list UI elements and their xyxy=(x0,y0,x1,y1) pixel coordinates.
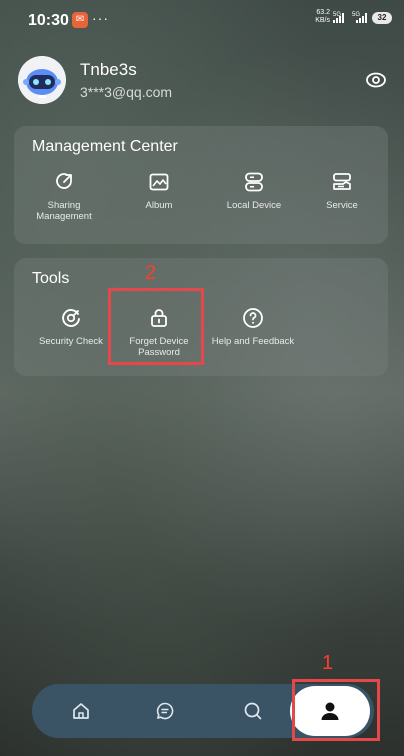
home-icon xyxy=(73,703,89,719)
step-1-label: 1 xyxy=(322,652,334,674)
service-tile[interactable]: Service xyxy=(297,170,387,211)
signal-strength-icon: 5G xyxy=(333,10,351,24)
forget-password-highlight-box xyxy=(108,288,204,365)
service-icon xyxy=(330,170,354,194)
chat-icon xyxy=(156,702,174,720)
share-icon xyxy=(52,170,76,194)
status-time: 10:30 xyxy=(28,12,69,29)
network-speed-value: 63.2 xyxy=(316,9,330,16)
sharing-management-tile[interactable]: Sharing Management xyxy=(19,170,109,222)
network-speed: 63.2 KB/s xyxy=(300,9,330,25)
nav-search-button[interactable] xyxy=(226,684,280,738)
management-center-title: Management Center xyxy=(32,138,178,155)
more-notifications-indicator: ··· xyxy=(92,10,109,26)
profile-tab-highlight-box xyxy=(292,679,380,741)
status-bar: 10:30 ✉ ··· 63.2 KB/s 5G 5G 32 xyxy=(0,0,404,44)
eye-icon[interactable] xyxy=(364,68,388,92)
help-icon xyxy=(241,306,265,330)
security-check-label: Security Check xyxy=(39,336,103,347)
tools-title: Tools xyxy=(32,270,70,287)
help-and-feedback-tile[interactable]: Help and Feedback xyxy=(208,306,298,347)
nav-messages-button[interactable] xyxy=(138,684,192,738)
album-tile[interactable]: Album xyxy=(114,170,204,211)
robot-avatar-icon xyxy=(18,56,66,104)
network-speed-unit: KB/s xyxy=(315,17,330,24)
step-2-label: 2 xyxy=(145,262,157,284)
security-check-icon xyxy=(59,306,83,330)
battery-icon: 32 xyxy=(372,12,392,24)
album-label: Album xyxy=(145,200,173,211)
profile-header[interactable]: Tnbe3s 3***3@qq.com xyxy=(18,56,388,104)
signal-2-label: 5G xyxy=(352,12,360,18)
service-label: Service xyxy=(326,200,358,211)
device-icon xyxy=(242,170,266,194)
help-and-feedback-label: Help and Feedback xyxy=(211,336,295,347)
management-center-card: Management Center Sharing Management Alb… xyxy=(14,126,388,244)
search-icon xyxy=(244,702,262,720)
notification-app-icon: ✉ xyxy=(72,12,88,28)
username: Tnbe3s xyxy=(80,60,137,79)
nav-home-button[interactable] xyxy=(54,684,108,738)
local-device-label: Local Device xyxy=(226,200,282,211)
signal-strength-icon: 5G xyxy=(352,10,370,24)
security-check-tile[interactable]: Security Check xyxy=(26,306,116,347)
sharing-management-label: Sharing Management xyxy=(36,200,92,222)
avatar[interactable] xyxy=(18,56,66,104)
account-email: 3***3@qq.com xyxy=(80,84,173,100)
local-device-tile[interactable]: Local Device xyxy=(209,170,299,211)
image-icon xyxy=(147,170,171,194)
